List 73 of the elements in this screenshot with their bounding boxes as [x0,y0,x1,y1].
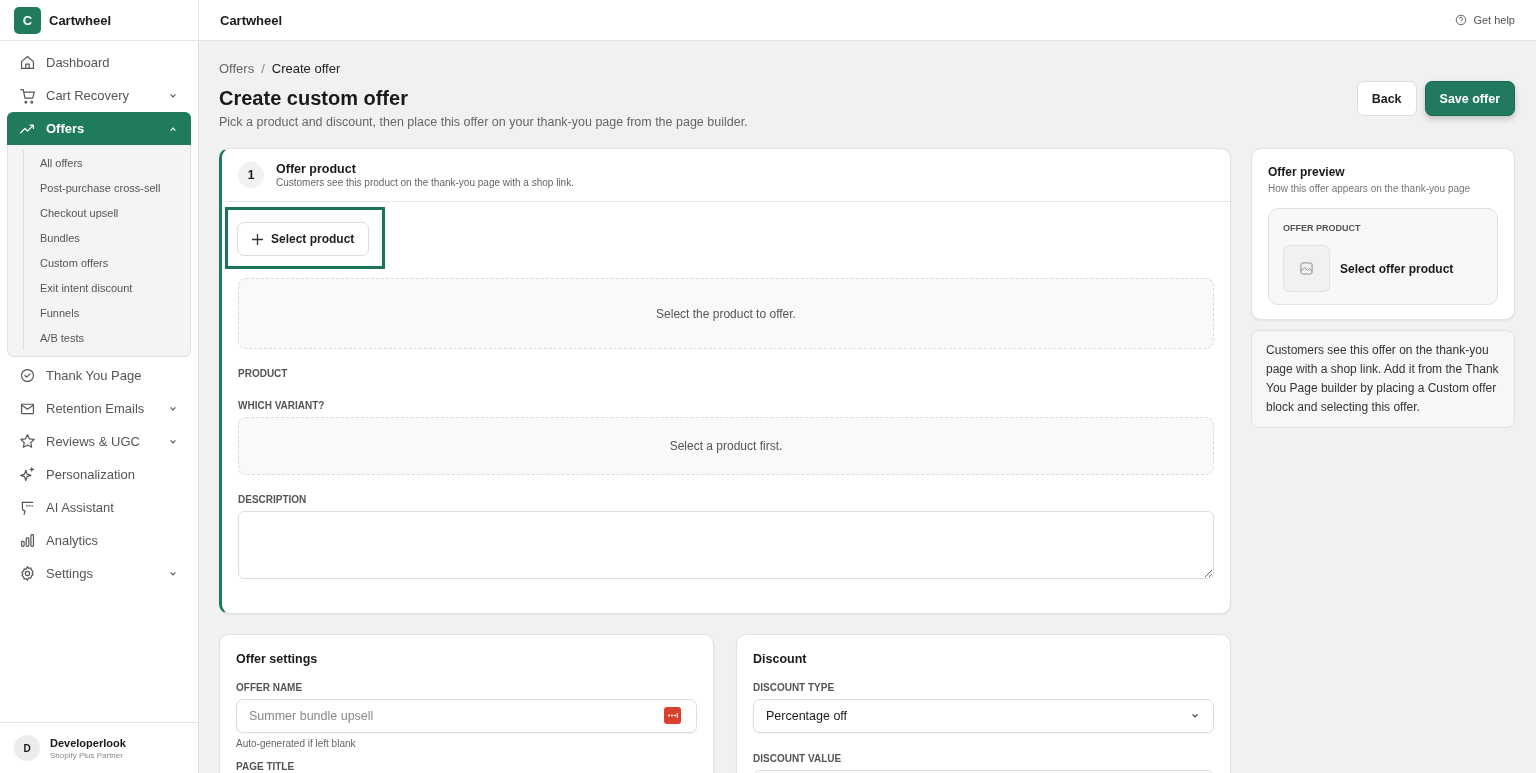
breadcrumb-separator: / [261,61,265,76]
plus-icon [252,233,263,245]
step-number: 1 [238,162,264,188]
user-name: Developerlook [50,736,126,749]
sidebar-item[interactable]: Reviews & UGC [7,425,191,458]
submenu-item[interactable]: Checkout upsell [40,200,190,225]
sidebar-item[interactable]: AI Assistant [7,491,191,524]
settings-icon [19,565,36,582]
section-label: OFFER PRODUCT [1283,223,1362,233]
chevron-down-icon [169,91,177,100]
offer-name-field[interactable]: Summer bundle upsell [236,699,697,733]
help-link[interactable]: Get help [1455,14,1515,26]
sidebar-item[interactable]: Retention Emails [7,392,191,425]
sparkle-icon [19,466,36,483]
chevron-down-icon [1191,712,1199,720]
image-icon [1300,262,1313,275]
field-label: OFFER NAME [236,682,304,693]
chat-icon [19,499,36,516]
page-subtitle: Pick a product and discount, then place this offer on your thank-you page from the page builder. [219,115,748,129]
chevron-down-icon [169,437,177,446]
breadcrumb-current: Create offer [271,61,341,76]
chevron-down-icon [169,569,177,578]
chevron-down-icon [169,404,177,413]
field-label: PAGE TITLE [236,761,296,772]
field-hint: Auto-generated if left blank [236,738,357,749]
field-label: DISCOUNT TYPE [753,682,836,693]
discount-type-dropdown[interactable]: Percentage off [753,699,1214,733]
field-label: DISCOUNT VALUE [753,753,843,764]
check-circle-icon [19,367,36,384]
page-title: Create custom offer [219,87,409,110]
user-avatar: D [14,735,40,761]
user-role: Shopify Plus Partner [50,750,124,760]
submenu-item[interactable]: Post-purchase cross-sell [40,175,190,200]
preview-product-name: Select offer product [1340,261,1454,276]
sidebar-item[interactable]: Cart Recovery [7,79,191,112]
submenu-item[interactable]: Funnels [40,300,190,325]
description-field[interactable] [238,511,1214,579]
field-label: PRODUCT [238,368,289,379]
sidebar-item[interactable]: Settings [7,557,191,590]
save-button[interactable]: Save offer [1424,81,1515,116]
submenu-item[interactable]: All offers [40,150,190,175]
bar-chart-icon [19,532,36,549]
info-note: Customers see this offer on the thank-you page with a shop link. Add it from the Thank You Page builder by placing a Custom offer block and selecting this offer. [1251,330,1515,428]
card-title: Discount [753,652,808,666]
submenu-item[interactable]: A/B tests [40,325,190,350]
card-subtitle: How this offer appears on the thank-you page [1268,183,1472,194]
brand-logo: C [14,6,41,34]
cart-icon [19,87,36,104]
home-icon [19,54,36,71]
card-title: Offer preview [1268,165,1346,179]
brand-name: Cartwheel [49,12,112,28]
field-label: DESCRIPTION [238,494,308,505]
select-product-button[interactable]: Select product [237,222,370,256]
submenu-item[interactable]: Exit intent discount [40,275,190,300]
submenu-item[interactable]: Bundles [40,225,190,250]
breadcrumb-link[interactable]: Offers [219,61,255,76]
card-title: Offer settings [236,652,319,666]
field-label: WHICH VARIANT? [238,400,326,411]
product-picker-field[interactable]: Select the product to offer. [238,278,1214,349]
sidebar-item[interactable]: Analytics [7,524,191,557]
sidebar-item[interactable]: Dashboard [7,46,191,79]
variant-picker-field[interactable]: Select a product first. [238,417,1214,475]
card-subtitle: Customers see this product on the thank-you page with a shop link. [276,177,574,188]
sidebar-item[interactable]: Offers [7,112,191,145]
help-icon [1455,14,1468,26]
card-title: Offer product [276,162,357,176]
app-title: Cartwheel [220,12,283,28]
sidebar-item[interactable]: Thank You Page [7,359,191,392]
password-manager-icon[interactable] [664,707,681,724]
sidebar-item[interactable]: Personalization [7,458,191,491]
submenu-item[interactable]: Custom offers [40,250,190,275]
back-button[interactable]: Back [1356,81,1417,116]
star-icon [19,433,36,450]
